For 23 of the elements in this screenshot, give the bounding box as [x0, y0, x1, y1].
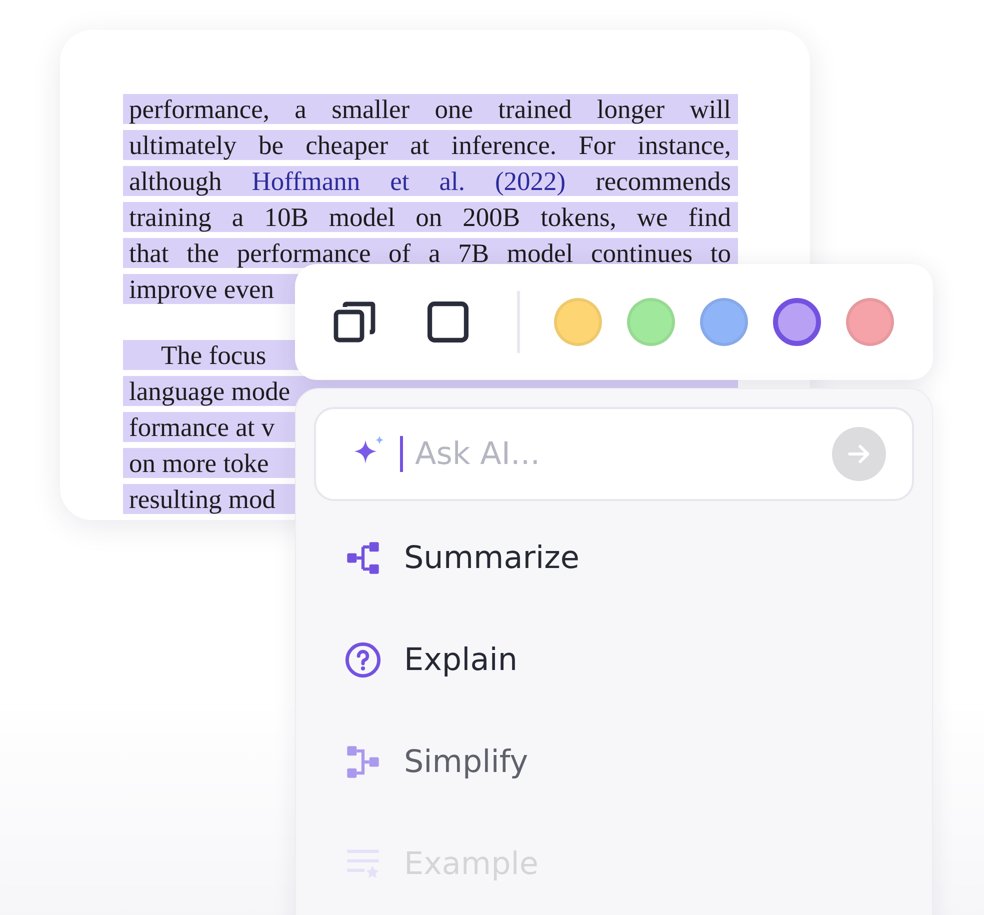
citation-link[interactable]: Hoffmann et al. (2022)	[252, 166, 566, 196]
ask-ai-field[interactable]: Ask AI...	[413, 435, 822, 473]
text-line: The focus	[161, 340, 266, 370]
branch-icon	[344, 539, 382, 577]
menu-item[interactable]: Explain	[404, 642, 518, 678]
text-line: ultimately be cheaper at inference. For instance,	[129, 130, 731, 160]
menu-item[interactable]: Simplify	[404, 744, 528, 780]
text-line: language mode	[129, 376, 290, 406]
text-line: although Hoffmann et al. (2022) recommends	[129, 166, 731, 196]
ask-ai-box[interactable]: Ask AI...	[314, 407, 914, 501]
text-line: that the performance of a 7B model continues to	[129, 238, 731, 268]
text-line: on more toke	[129, 448, 269, 478]
branch-icon	[344, 743, 382, 781]
menu-item[interactable]: Summarize	[404, 540, 580, 576]
send-button[interactable]	[832, 427, 886, 481]
text-line: improve even	[129, 274, 274, 304]
help-icon	[344, 641, 382, 679]
square-icon	[425, 299, 471, 345]
color-swatch[interactable]	[773, 298, 821, 346]
text-line: resulting mod	[129, 484, 276, 514]
text-line: training a 10B model on 200B tokens, we find	[129, 202, 731, 232]
text-line: performance, a smaller one trained longer will	[129, 94, 731, 124]
text-line: formance at v	[129, 412, 275, 442]
